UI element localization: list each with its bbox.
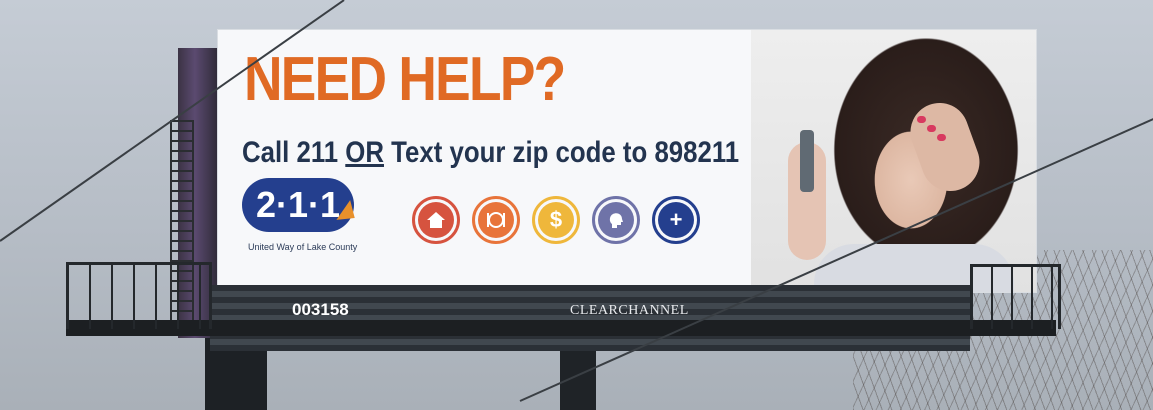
railing-left [66, 262, 212, 329]
panel-number: 003158 [292, 300, 349, 319]
food-icon [472, 196, 520, 244]
home-icon [412, 196, 460, 244]
call-text: Call 211 [242, 136, 339, 169]
phone-icon [800, 130, 814, 192]
211-logo-badge: 2·1·1 [242, 178, 354, 232]
text-instructions: Text your zip code to 898211 [391, 136, 740, 169]
211-logo: 2·1·1 [242, 178, 366, 242]
service-icons: $ + [412, 196, 700, 244]
medical-plus-icon: + [652, 196, 700, 244]
nail [927, 125, 936, 132]
billboard-scene: NEED HELP? Call 211 OR Text your zip cod… [0, 0, 1153, 410]
dollar-icon: $ [532, 196, 580, 244]
woman-on-phone-photo [751, 30, 1036, 292]
headline: NEED HELP? [244, 45, 566, 114]
catwalk [66, 320, 1056, 336]
or-text: OR [345, 136, 384, 169]
vendor-logo: CLEARCHANNEL [570, 303, 689, 318]
call-to-action: Call 211 OR Text your zip code to 898211 [242, 136, 739, 170]
nail [917, 116, 926, 123]
hand-on-forehead [902, 94, 988, 200]
mental-health-icon [592, 196, 640, 244]
logo-caption: United Way of Lake County [248, 242, 358, 252]
billboard-face: NEED HELP? Call 211 OR Text your zip cod… [218, 30, 1036, 292]
railing-right [970, 264, 1061, 329]
nail [937, 134, 946, 141]
